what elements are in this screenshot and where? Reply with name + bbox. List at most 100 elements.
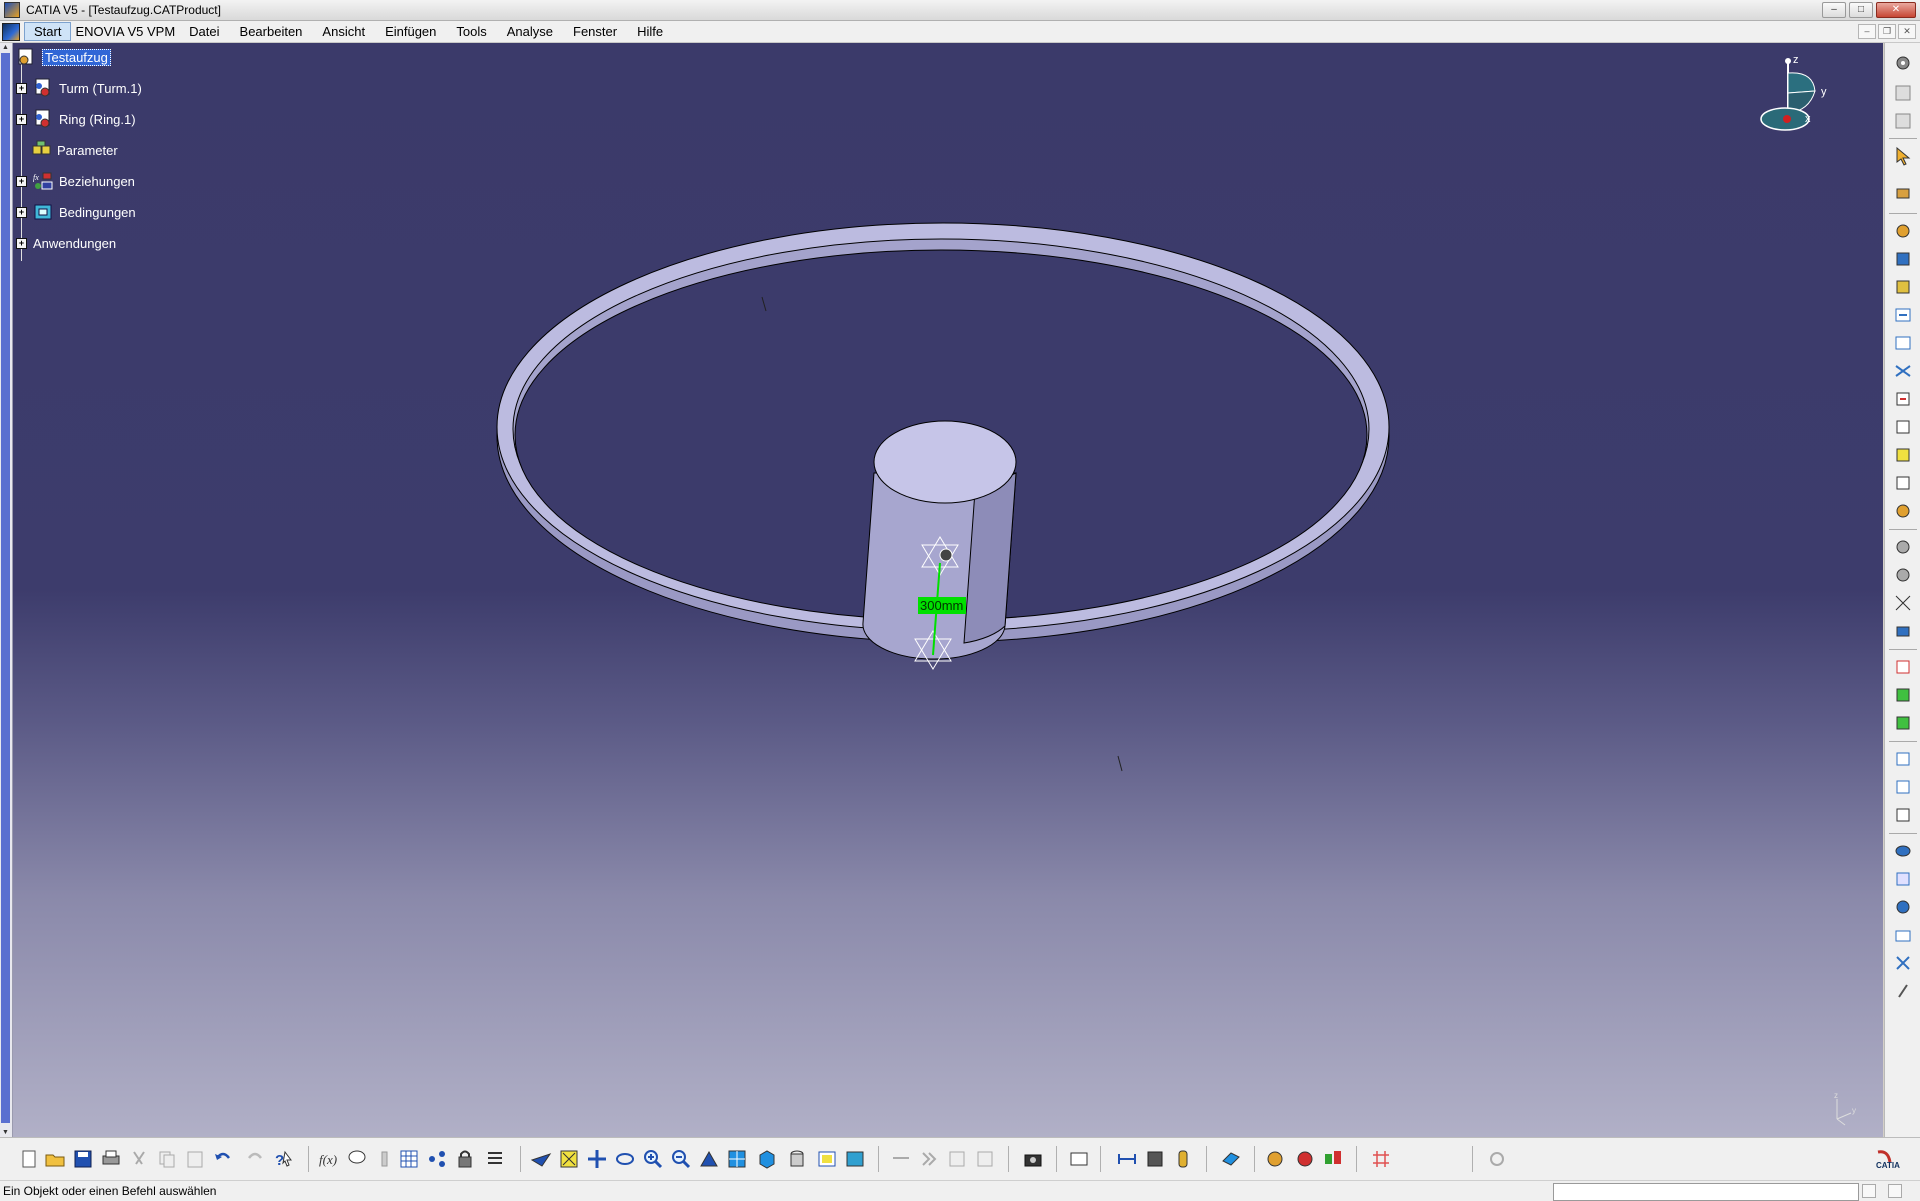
fix-component-icon[interactable]: [1893, 749, 1913, 769]
existing-component-icon[interactable]: [1893, 305, 1913, 325]
swap-visible-space-icon[interactable]: [844, 1148, 866, 1170]
whats-this-help-icon[interactable]: ?: [272, 1148, 294, 1170]
doc-restore-button[interactable]: ❐: [1878, 24, 1896, 39]
formula-icon[interactable]: f(x): [318, 1148, 340, 1170]
material-icon[interactable]: [1220, 1148, 1242, 1170]
offset-constraint-icon[interactable]: [1893, 713, 1913, 733]
expand-plus-icon[interactable]: +: [16, 237, 27, 249]
scroll-down-arrow-icon[interactable]: ▼: [1, 1128, 10, 1137]
knowledge-advisor-icon[interactable]: [1322, 1148, 1344, 1170]
tree-node-anwendungen[interactable]: + Anwendungen: [16, 231, 116, 255]
design-table-icon[interactable]: [398, 1148, 420, 1170]
expand-plus-icon[interactable]: +: [16, 82, 27, 94]
menu-ansicht[interactable]: Ansicht: [312, 22, 375, 41]
replace-component-icon[interactable]: [1893, 333, 1913, 353]
menu-einfuegen[interactable]: Einfügen: [375, 22, 446, 41]
maximize-window-button[interactable]: □: [1849, 2, 1873, 18]
tree-node-beziehungen[interactable]: + fx Beziehungen: [16, 169, 135, 193]
fly-mode-icon[interactable]: [530, 1148, 552, 1170]
expand-plus-icon[interactable]: +: [16, 206, 27, 218]
new-document-icon[interactable]: [18, 1148, 40, 1170]
hide-show-icon[interactable]: [816, 1148, 838, 1170]
clash-icon[interactable]: [1893, 953, 1913, 973]
capture-camera-icon[interactable]: [1022, 1148, 1044, 1170]
zoom-in-icon[interactable]: [642, 1148, 664, 1170]
menu-analyse[interactable]: Analyse: [497, 22, 563, 41]
fix-together-icon[interactable]: [1893, 777, 1913, 797]
next-icon[interactable]: [918, 1148, 940, 1170]
tree-root-node[interactable]: Testaufzug: [16, 45, 111, 69]
paste-icon[interactable]: [184, 1148, 206, 1170]
update-icon[interactable]: [946, 1148, 968, 1170]
select-arrow-icon[interactable]: [1893, 146, 1913, 166]
tree-node-label[interactable]: Turm (Turm.1): [59, 81, 142, 96]
snap-icon[interactable]: [1893, 565, 1913, 585]
comment-icon[interactable]: [346, 1148, 368, 1170]
tree-node-label[interactable]: Ring (Ring.1): [59, 112, 136, 127]
shading-icon[interactable]: [786, 1148, 808, 1170]
annotation-clip-icon[interactable]: [1893, 981, 1913, 1001]
fit-all-in-icon[interactable]: [558, 1148, 580, 1170]
compass-widget[interactable]: z y x: [1733, 53, 1843, 153]
minimize-window-button[interactable]: –: [1822, 2, 1846, 18]
tree-node-label[interactable]: Parameter: [57, 143, 118, 158]
close-window-button[interactable]: ✕: [1876, 2, 1916, 18]
status-indicator-icon[interactable]: [1888, 1184, 1902, 1198]
scene-icon[interactable]: [1068, 1148, 1090, 1170]
component-icon[interactable]: [1893, 111, 1913, 131]
multi-instantiation-icon[interactable]: [1893, 473, 1913, 493]
doc-minimize-button[interactable]: –: [1858, 24, 1876, 39]
analysis-icon[interactable]: [890, 1148, 912, 1170]
menu-fenster[interactable]: Fenster: [563, 22, 627, 41]
manipulation-icon[interactable]: [1893, 537, 1913, 557]
sectioning-icon[interactable]: [1893, 925, 1913, 945]
tree-root-label[interactable]: Testaufzug: [42, 48, 111, 66]
generate-numbering-icon[interactable]: [1893, 389, 1913, 409]
list-properties-icon[interactable]: [484, 1148, 506, 1170]
expand-plus-icon[interactable]: +: [16, 113, 27, 125]
tree-node-parameter[interactable]: Parameter: [31, 138, 118, 162]
print-icon[interactable]: [100, 1148, 122, 1170]
measure-inertia-bottom-icon[interactable]: [1172, 1148, 1194, 1170]
catalog-icon[interactable]: [426, 1148, 448, 1170]
graph-tree-reordering-icon[interactable]: [1893, 361, 1913, 381]
redo-icon[interactable]: [244, 1148, 266, 1170]
pan-icon[interactable]: [586, 1148, 608, 1170]
normal-view-icon[interactable]: [698, 1148, 720, 1170]
dimension-label[interactable]: 300mm: [920, 598, 963, 613]
tree-node-label[interactable]: Anwendungen: [33, 236, 116, 251]
render-icon[interactable]: [1294, 1148, 1316, 1170]
measure-item-icon[interactable]: [1893, 869, 1913, 889]
menu-bearbeiten[interactable]: Bearbeiten: [230, 22, 313, 41]
catia-app-icon[interactable]: [4, 2, 20, 18]
menu-enovia[interactable]: ENOVIA V5 VPM: [71, 22, 179, 41]
expand-plus-icon[interactable]: +: [16, 175, 27, 187]
menu-datei[interactable]: Datei: [179, 22, 229, 41]
selective-load-icon[interactable]: [1893, 417, 1913, 437]
command-input[interactable]: [1553, 1183, 1859, 1201]
knowledge-icon[interactable]: [374, 1148, 396, 1170]
publish-icon[interactable]: [974, 1148, 996, 1170]
open-folder-icon[interactable]: [44, 1148, 66, 1170]
tree-node-ring[interactable]: + Ring (Ring.1): [16, 107, 136, 131]
scroll-up-arrow-icon[interactable]: ▲: [1, 43, 10, 52]
cut-icon[interactable]: [128, 1148, 150, 1170]
menu-start[interactable]: Start: [24, 22, 72, 41]
menu-tools[interactable]: Tools: [446, 22, 496, 41]
tower-cylinder-top[interactable]: [873, 420, 1017, 504]
rotate-icon[interactable]: [614, 1148, 636, 1170]
refresh-icon[interactable]: [1486, 1148, 1508, 1170]
catia-logo-icon[interactable]: [2, 22, 20, 41]
tree-node-label[interactable]: Bedingungen: [59, 205, 136, 220]
undo-icon[interactable]: [212, 1148, 234, 1170]
manipulate-icon[interactable]: [1893, 183, 1913, 203]
copy-icon[interactable]: [156, 1148, 178, 1170]
measure-distance-icon[interactable]: [1116, 1148, 1138, 1170]
gears-icon[interactable]: [1893, 53, 1913, 73]
tree-node-turm[interactable]: + Turm (Turm.1): [16, 76, 142, 100]
tree-scrollbar-thumb[interactable]: [1, 53, 10, 1123]
manage-representations-icon[interactable]: [1893, 445, 1913, 465]
measure-item-bottom-icon[interactable]: [1144, 1148, 1166, 1170]
save-icon[interactable]: [72, 1148, 94, 1170]
fast-multi-instantiation-icon[interactable]: [1893, 501, 1913, 521]
